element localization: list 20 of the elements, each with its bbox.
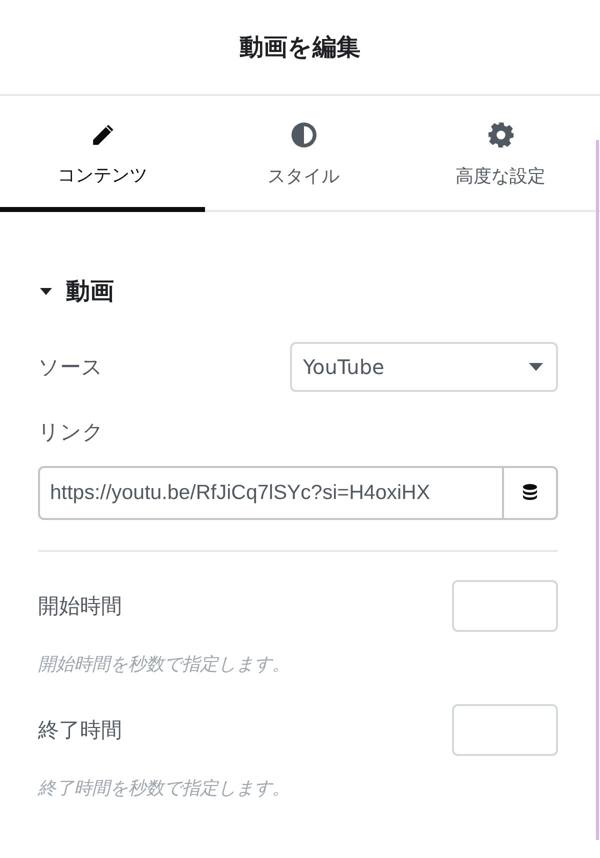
scroll-bar[interactable] (596, 140, 599, 840)
settings-icon (486, 120, 516, 150)
time-input[interactable] (452, 580, 558, 632)
contrast-icon (288, 120, 318, 150)
field-label: ソース (38, 354, 103, 381)
field-label: 終了時間 (38, 717, 122, 744)
caret-icon (528, 362, 544, 372)
tab[interactable]: コンテンツ (0, 96, 205, 212)
link-field[interactable]: https://youtu.be/RfJiCq7lSYc?si=H4oxiHX (38, 466, 558, 520)
database-icon (522, 483, 538, 503)
time-input[interactable] (452, 704, 558, 756)
source-select[interactable]: YouTube (290, 342, 558, 392)
field-hint: 終了時間を秒数で指定します。 (38, 777, 291, 800)
field-label: 開始時間 (38, 593, 122, 620)
tab[interactable]: 高度な設定 (402, 96, 599, 212)
field-label: リンク (38, 419, 104, 446)
field-hint: 開始時間を秒数で指定します。 (38, 653, 291, 676)
panel-title: 動画を編集 (240, 32, 360, 63)
tab[interactable]: スタイル (205, 96, 402, 212)
section-title[interactable]: 動画 (66, 275, 114, 307)
